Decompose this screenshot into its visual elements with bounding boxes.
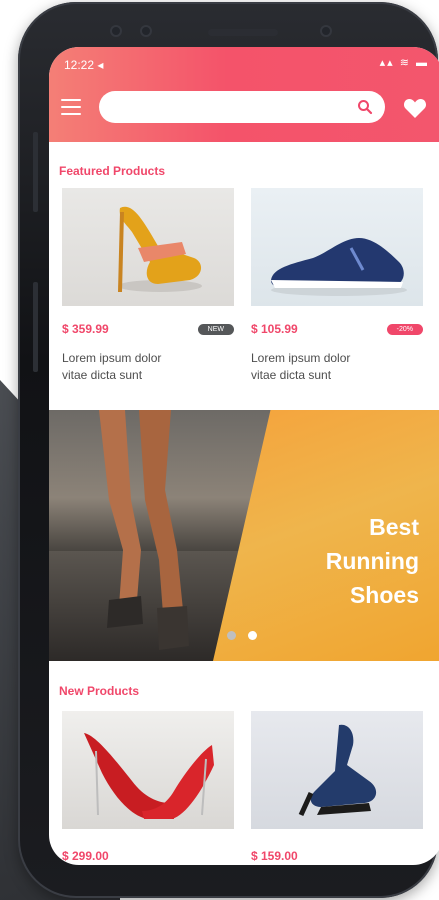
product-card[interactable]: $ 105.99 -20% Lorem ipsum dolor vitae di… <box>251 188 423 384</box>
phone-sensor-bar <box>88 18 388 48</box>
phone-frame: 12:22 ◂ ▴▴ ≋ ▬ Featured Products $ 359.9… <box>18 2 439 898</box>
promo-banner[interactable]: Best Running Shoes <box>49 410 439 661</box>
camera-icon <box>110 25 122 37</box>
phone-screen: 12:22 ◂ ▴▴ ≋ ▬ Featured Products $ 359.9… <box>49 47 439 865</box>
product-image <box>251 711 423 829</box>
new-products-list: $ 299.00 $ 159.00 <box>62 711 423 863</box>
new-products-title: New Products <box>59 684 140 698</box>
carousel-dot[interactable] <box>227 631 236 640</box>
heart-icon[interactable] <box>403 97 427 119</box>
discount-badge: -20% <box>386 323 423 335</box>
product-image <box>251 188 423 306</box>
search-input[interactable] <box>99 91 385 123</box>
product-price: $ 359.99 <box>62 322 109 336</box>
product-card[interactable]: $ 159.00 <box>251 711 423 863</box>
phone-side-button <box>33 132 38 212</box>
product-price: $ 159.00 <box>251 849 298 863</box>
featured-products-title: Featured Products <box>59 164 166 178</box>
status-icons: ▴▴ ≋ ▬ <box>379 57 429 69</box>
featured-products-list: $ 359.99 NEW Lorem ipsum dolor vitae dic… <box>62 188 439 384</box>
search-icon[interactable] <box>357 99 373 115</box>
product-price: $ 299.00 <box>62 849 109 863</box>
product-price: $ 105.99 <box>251 322 298 336</box>
phone-side-button <box>33 282 38 372</box>
sensor-icon <box>140 25 152 37</box>
product-image <box>62 711 234 829</box>
menu-icon[interactable] <box>61 99 81 115</box>
banner-headline: Best Running Shoes <box>325 514 419 608</box>
app-header: 12:22 ◂ ▴▴ ≋ ▬ <box>49 47 439 142</box>
carousel-dot-active[interactable] <box>248 631 257 640</box>
camera-icon <box>320 25 332 37</box>
status-time: 12:22 ◂ <box>64 58 104 72</box>
carousel-dots <box>227 631 257 640</box>
product-description: Lorem ipsum dolor vitae dicta sunt <box>62 351 162 382</box>
product-image <box>62 188 234 306</box>
product-description: Lorem ipsum dolor vitae dicta sunt <box>251 351 351 382</box>
product-card[interactable]: $ 359.99 NEW Lorem ipsum dolor vitae dic… <box>62 188 234 384</box>
product-card[interactable]: $ 299.00 <box>62 711 234 863</box>
new-badge: NEW <box>197 323 234 335</box>
runner-legs-image <box>99 410 189 650</box>
speaker-grille <box>208 29 278 36</box>
search-bar[interactable] <box>99 91 385 123</box>
